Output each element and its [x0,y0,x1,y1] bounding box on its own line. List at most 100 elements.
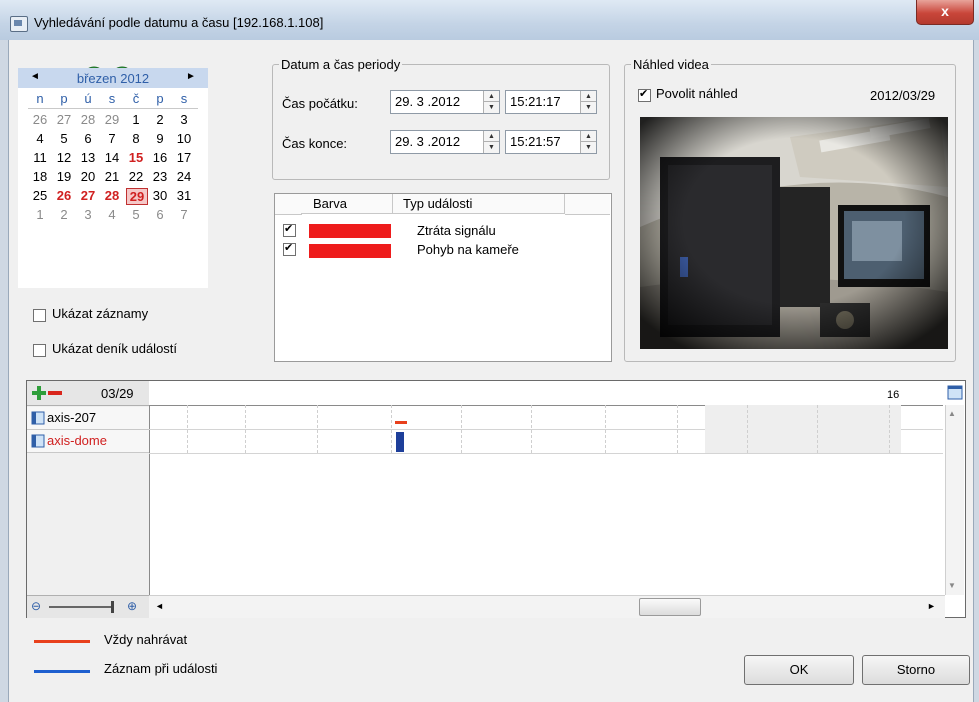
calendar-day[interactable]: 24 [174,169,194,184]
camera-row-axis-dome[interactable]: axis-dome [27,430,149,453]
enable-preview-label: Povolit náhled [656,86,738,101]
end-date-field[interactable]: 29. 3 .2012 ▲ ▼ [390,130,500,154]
camera-icon [31,411,45,425]
calendar-day[interactable]: 28 [78,112,98,127]
timeline[interactable]: 03/29 axis-207 axis-dome ⊖ ⊕ 16 ▲ ▼ ◄ ► [26,380,966,618]
start-date-field[interactable]: 29. 3 .2012 ▲ ▼ [390,90,500,114]
calendar-day[interactable]: 31 [174,188,194,203]
list-header-type[interactable]: Typ události [393,194,565,214]
calendar-day[interactable]: 7 [102,131,122,146]
timeline-horizontal-scrollbar[interactable]: ◄ ► [149,595,945,618]
scroll-down-icon[interactable]: ▼ [948,581,956,590]
calendar-day[interactable]: 29 [102,112,122,127]
calendar-day[interactable]: 1 [126,112,146,127]
calendar-day[interactable]: 3 [174,112,194,127]
show-event-log-checkbox[interactable] [33,344,46,357]
event-type-list[interactable]: Barva Typ události Ztráta signálu Pohyb … [274,193,612,362]
event-color-swatch [309,244,391,258]
calendar: ◄ březen 2012 ► n p ú s č p s 26 27 28 29 1 2… [18,68,208,288]
event-row-checkbox[interactable] [283,241,296,256]
calendar-day[interactable]: 30 [150,188,170,203]
calendar-day[interactable]: 9 [150,131,170,146]
calendar-day[interactable]: 1 [30,207,50,222]
scroll-left-icon[interactable]: ◄ [155,601,164,611]
calendar-day[interactable]: 26 [54,188,74,203]
camera-name: axis-207 [47,410,97,425]
list-header-color[interactable]: Barva [301,194,393,214]
calendar-day[interactable]: 10 [174,131,194,146]
ok-button[interactable]: OK [744,655,854,685]
camera-row-axis-207[interactable]: axis-207 [27,407,149,430]
title-bar[interactable]: Vyhledávání podle datumu a času [192.168… [0,0,979,40]
calendar-day[interactable]: 22 [126,169,146,184]
start-time-up[interactable]: ▲ [581,91,596,102]
end-time-field[interactable]: 15:21:57 ▲ ▼ [505,130,597,154]
show-records-checkbox[interactable] [33,309,46,322]
calendar-day[interactable]: 17 [174,150,194,165]
calendar-day[interactable]: 27 [54,112,74,127]
calendar-day[interactable]: 2 [150,112,170,127]
calendar-day[interactable]: 8 [126,131,146,146]
calendar-day[interactable]: 4 [30,131,50,146]
calendar-day[interactable]: 5 [54,131,74,146]
end-time-down[interactable]: ▼ [581,142,596,153]
calendar-day[interactable]: 6 [78,131,98,146]
calendar-day[interactable]: 11 [30,150,50,165]
calendar-day[interactable]: 5 [126,207,146,222]
next-month-button[interactable]: ► [186,71,196,82]
calendar-day[interactable]: 4 [102,207,122,222]
calendar-day[interactable]: 29 [126,188,148,205]
calendar-day[interactable]: 20 [78,169,98,184]
zoom-out-icon[interactable]: ⊖ [31,599,41,613]
camera-name: axis-dome [47,433,107,448]
zoom-in-icon[interactable]: ⊕ [127,599,137,613]
calendar-day[interactable]: 12 [54,150,74,165]
end-time-value: 15:21:57 [510,134,561,149]
calendar-day[interactable]: 25 [30,188,50,203]
end-date-down[interactable]: ▼ [484,142,499,153]
event-row-checkbox[interactable] [283,222,296,237]
start-time-down[interactable]: ▼ [581,102,596,113]
end-date-up[interactable]: ▲ [484,131,499,142]
calendar-day[interactable]: 21 [102,169,122,184]
start-date-up[interactable]: ▲ [484,91,499,102]
scroll-up-icon[interactable]: ▲ [948,409,956,418]
calendar-day[interactable]: 19 [54,169,74,184]
calendar-day[interactable]: 7 [174,207,194,222]
start-time-field[interactable]: 15:21:17 ▲ ▼ [505,90,597,114]
calendar-day[interactable]: 13 [78,150,98,165]
calendar-day[interactable]: 15 [126,150,146,165]
calendar-day[interactable]: 26 [30,112,50,127]
end-time-label: Čas konce: [282,136,348,151]
timeline-gridline [605,405,606,453]
calendar-day[interactable]: 14 [102,150,122,165]
calendar-view-icon[interactable] [947,384,963,400]
end-time-up[interactable]: ▲ [581,131,596,142]
weekday: č [132,91,140,106]
remove-icon[interactable] [47,385,63,401]
timeline-vertical-scrollbar[interactable]: ▲ ▼ [945,405,964,595]
scroll-right-icon[interactable]: ► [927,601,936,611]
calendar-day[interactable]: 18 [30,169,50,184]
calendar-day[interactable]: 28 [102,188,122,203]
cancel-button[interactable]: Storno [862,655,970,685]
calendar-divider [28,108,198,109]
start-date-down[interactable]: ▼ [484,102,499,113]
zoom-slider-track[interactable] [49,606,111,608]
calendar-day[interactable]: 3 [78,207,98,222]
calendar-day[interactable]: 6 [150,207,170,222]
close-button[interactable]: x [916,0,974,25]
event-record-legend-line [34,670,90,673]
timeline-gridline [461,405,462,453]
horizontal-scroll-thumb[interactable] [639,598,701,616]
add-icon[interactable] [31,385,47,401]
timeline-gridline [889,405,890,453]
calendar-day[interactable]: 16 [150,150,170,165]
zoom-slider-thumb[interactable] [111,601,114,613]
enable-preview-checkbox[interactable] [638,87,651,102]
calendar-day[interactable]: 23 [150,169,170,184]
calendar-day[interactable]: 2 [54,207,74,222]
timeline-gridline [187,405,188,453]
calendar-day[interactable]: 27 [78,188,98,203]
time-ruler[interactable]: 16 [149,381,943,406]
